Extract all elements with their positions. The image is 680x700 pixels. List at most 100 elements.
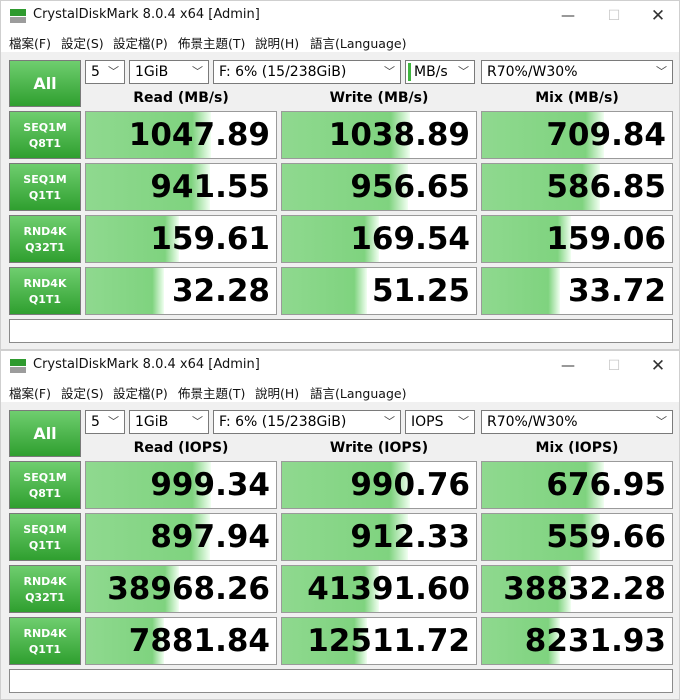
mix-ratio-value: R70%/W30% [487,414,578,430]
write-header: Write (IOPS) [329,440,429,456]
test-button-rnd4k-q1t1[interactable]: RND4K Q1T1 [9,267,81,315]
test-label-line1: SEQ1M [23,471,67,484]
menu-language[interactable]: 語言(Language) [310,33,406,52]
test-label-line2: Q1T1 [28,643,62,656]
result-read: 159.61 [85,215,277,263]
result-value: 32.28 [171,273,270,309]
menu-settings[interactable]: 設定(S) [61,383,104,402]
test-button-seq1m-q1t1[interactable]: SEQ1M Q1T1 [9,513,81,561]
unit-select[interactable]: MB/s ﹀ [405,60,475,84]
menu-language[interactable]: 語言(Language) [310,383,406,402]
test-size-value: 1GiB [135,64,169,80]
menu-bar: 檔案(F) 設定(S) 設定檔(P) 佈景主題(T) 說明(H) 語言(Lang… [1,31,679,52]
result-mix: 586.85 [481,163,673,211]
result-value: 1038.89 [328,117,470,153]
drive-value: F: 6% (15/238GiB) [219,414,347,430]
result-mix: 8231.93 [481,617,673,665]
menu-theme[interactable]: 佈景主題(T) [178,383,245,402]
test-count-select[interactable]: 5 ﹀ [85,60,125,84]
result-value: 586.85 [546,169,666,205]
minimize-button[interactable]: — [545,351,591,381]
test-size-select[interactable]: 1GiB ﹀ [129,410,209,434]
menu-help[interactable]: 說明(H) [255,33,299,52]
result-read: 999.34 [85,461,277,509]
test-button-seq1m-q8t1[interactable]: SEQ1M Q8T1 [9,111,81,159]
result-write: 1038.89 [281,111,477,159]
result-value: 941.55 [150,169,270,205]
cdm-window-2: CrystalDiskMark 8.0.4 x64 [Admin] — ☐ ✕ … [0,350,680,700]
chevron-down-icon: ﹀ [656,415,667,428]
result-read: 1047.89 [85,111,277,159]
result-value: 897.94 [150,519,270,555]
test-count-select[interactable]: 5 ﹀ [85,410,125,434]
title-bar[interactable]: CrystalDiskMark 8.0.4 x64 [Admin] — ☐ ✕ [1,1,679,31]
crystaldiskmark-app-icon [10,9,26,23]
test-size-select[interactable]: 1GiB ﹀ [129,60,209,84]
result-mix: 38832.28 [481,565,673,613]
result-read: 7881.84 [85,617,277,665]
test-button-rnd4k-q32t1[interactable]: RND4K Q32T1 [9,565,81,613]
test-label-line1: SEQ1M [23,173,67,186]
result-read: 897.94 [85,513,277,561]
result-mix: 33.72 [481,267,673,315]
result-bar [482,268,560,314]
result-mix: 709.84 [481,111,673,159]
menu-profile[interactable]: 設定檔(P) [113,33,168,52]
chevron-down-icon: ﹀ [656,65,667,78]
menu-file[interactable]: 檔案(F) [9,383,51,402]
drive-select[interactable]: F: 6% (15/238GiB) ﹀ [213,60,401,84]
window-title: CrystalDiskMark 8.0.4 x64 [Admin] [33,357,260,372]
test-button-seq1m-q1t1[interactable]: SEQ1M Q1T1 [9,163,81,211]
result-write: 41391.60 [281,565,477,613]
result-value: 7881.84 [128,623,270,659]
test-count-value: 5 [91,414,100,430]
unit-select[interactable]: IOPS ﹀ [405,410,475,434]
test-label-line1: RND4K [23,575,67,588]
result-value: 159.06 [546,221,666,257]
close-button[interactable]: ✕ [635,351,679,381]
test-button-rnd4k-q1t1[interactable]: RND4K Q1T1 [9,617,81,665]
comment-field[interactable] [9,319,673,343]
menu-theme[interactable]: 佈景主題(T) [178,33,245,52]
test-label-line2: Q8T1 [28,137,62,150]
menu-settings[interactable]: 設定(S) [61,33,104,52]
result-value: 38832.28 [503,571,666,607]
test-label-line1: SEQ1M [23,523,67,536]
benchmark-panel: All 5 ﹀ 1GiB ﹀ F: 6% (15/238GiB) ﹀ IOPS ﹀ R7… [1,402,679,699]
maximize-button[interactable]: ☐ [591,1,637,31]
read-header: Read (IOPS) [133,440,229,456]
result-read: 32.28 [85,267,277,315]
test-button-rnd4k-q32t1[interactable]: RND4K Q32T1 [9,215,81,263]
all-button[interactable]: All [9,410,81,457]
menu-profile[interactable]: 設定檔(P) [113,383,168,402]
result-write: 912.33 [281,513,477,561]
mix-ratio-select[interactable]: R70%/W30% ﹀ [481,410,673,434]
result-value: 12511.72 [307,623,470,659]
maximize-button[interactable]: ☐ [591,351,637,381]
result-value: 1047.89 [128,117,270,153]
test-count-value: 5 [91,64,100,80]
test-label-line2: Q32T1 [25,591,65,604]
menu-file[interactable]: 檔案(F) [9,33,51,52]
chevron-down-icon: ﹀ [192,415,203,428]
result-mix: 159.06 [481,215,673,263]
title-bar[interactable]: CrystalDiskMark 8.0.4 x64 [Admin] — ☐ ✕ [1,351,679,381]
all-button[interactable]: All [9,60,81,107]
menu-help[interactable]: 說明(H) [255,383,299,402]
result-value: 51.25 [371,273,470,309]
drive-select[interactable]: F: 6% (15/238GiB) ﹀ [213,410,401,434]
result-write: 51.25 [281,267,477,315]
mix-ratio-select[interactable]: R70%/W30% ﹀ [481,60,673,84]
test-button-seq1m-q8t1[interactable]: SEQ1M Q8T1 [9,461,81,509]
minimize-button[interactable]: — [545,1,591,31]
mix-header: Mix (MB/s) [535,90,619,106]
result-value: 912.33 [350,519,470,555]
unit-value: IOPS [411,414,444,430]
chevron-down-icon: ﹀ [458,415,469,428]
close-button[interactable]: ✕ [635,1,679,31]
test-label-line1: RND4K [23,627,67,640]
result-write: 169.54 [281,215,477,263]
result-bar [282,268,368,314]
comment-field[interactable] [9,669,673,693]
result-read: 941.55 [85,163,277,211]
